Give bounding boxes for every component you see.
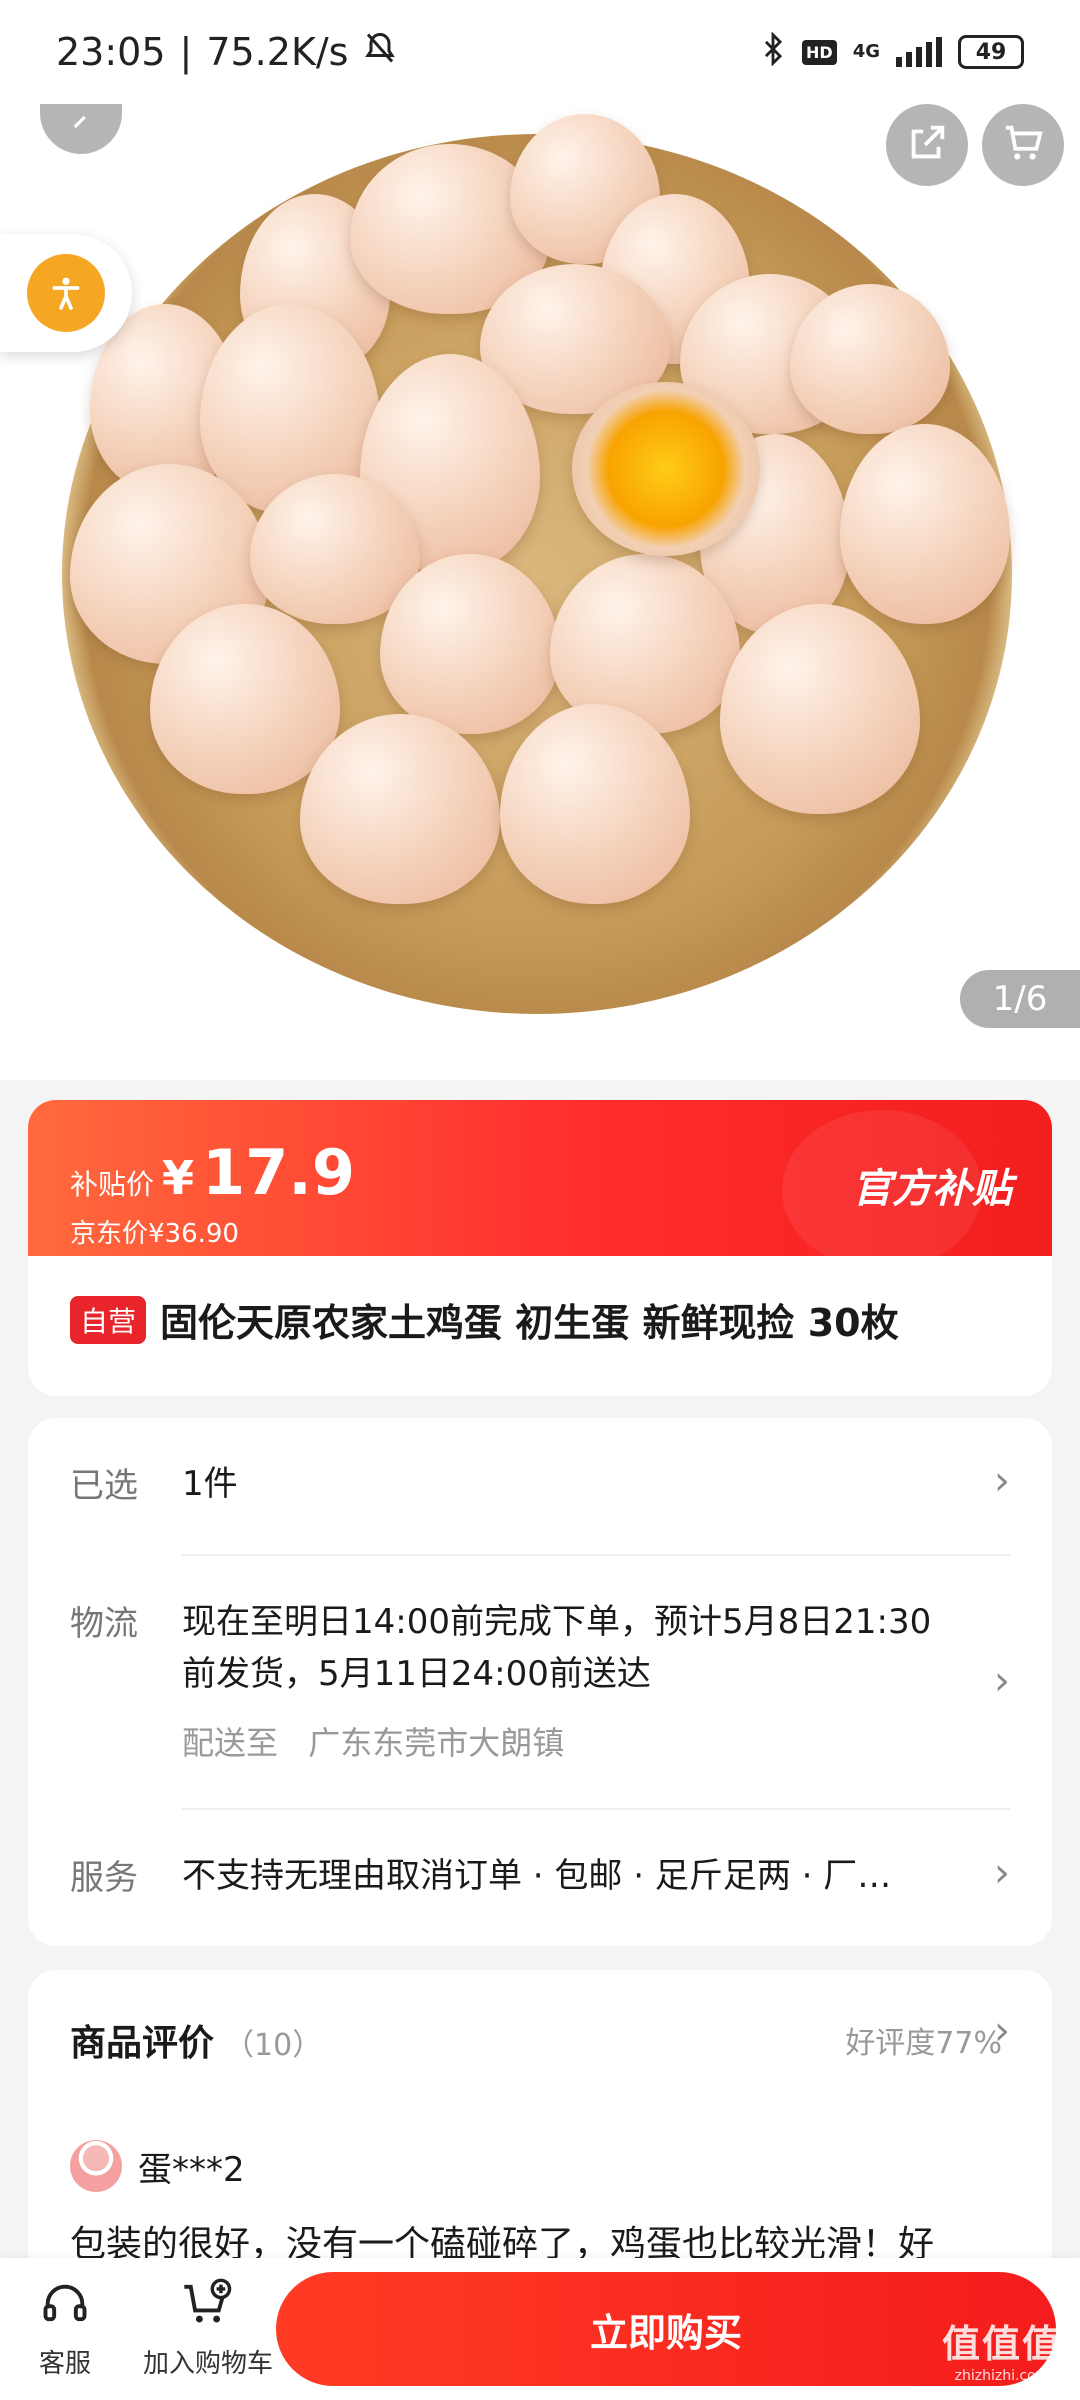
reviews-count: （10）	[224, 2028, 323, 2063]
chevron-right-icon: ›	[994, 1850, 1010, 1896]
subsidy-price: 17.9	[202, 1136, 356, 1209]
logistics-row[interactable]: 物流 现在至明日14:00前完成下单，预计5月8日21:30 前发货，5月11日…	[70, 1596, 1010, 1764]
service-value: 不支持无理由取消订单 · 包邮 · 足斤足两 · 厂…	[182, 1856, 892, 1896]
buy-now-button[interactable]: 立即购买	[276, 2272, 1056, 2386]
divider	[182, 1808, 1010, 1810]
self-operated-tag: 自营	[70, 1295, 147, 1344]
hd-badge: HD	[802, 39, 837, 65]
avatar	[70, 2140, 122, 2192]
divider	[182, 1554, 1010, 1556]
add-to-cart-label: 加入购物车	[142, 2349, 273, 2379]
price-banner: 补贴价 ¥ 17.9 京东价¥36.90 官方补贴	[28, 1100, 1052, 1270]
status-speed: 75.2K/s	[206, 30, 349, 74]
share-button[interactable]	[886, 104, 968, 186]
currency-symbol: ¥	[162, 1151, 195, 1205]
status-separator: |	[179, 30, 193, 74]
customer-service-label: 客服	[38, 2349, 91, 2379]
cart-icon	[1000, 120, 1046, 170]
image-page-indicator: 1/6	[960, 970, 1080, 1028]
reviewer-name: 蛋***2	[138, 2149, 245, 2190]
bluetooth-icon	[760, 30, 786, 73]
watermark-main: 值值值	[941, 2322, 1062, 2366]
price-card: 补贴价 ¥ 17.9 京东价¥36.90 官方补贴 自营 固伦天原农家土鸡蛋 初…	[28, 1100, 1052, 1396]
status-time: 23:05	[56, 30, 166, 74]
positive-rating[interactable]: 好评度77%	[845, 2018, 1002, 2062]
logistics-details: 现在至明日14:00前完成下单，预计5月8日21:30 前发货，5月11日24:…	[182, 1596, 931, 1764]
product-image-gallery[interactable]: 1/6	[0, 104, 1080, 1080]
accessibility-icon	[27, 254, 105, 332]
egg-shape	[790, 284, 950, 434]
reviewer: 蛋***2	[70, 2140, 245, 2192]
ship-to-address: 广东东莞市大朗镇	[308, 1724, 565, 1762]
status-right: HD 4G 49	[760, 30, 1024, 73]
logistics-line-2: 前发货，5月11日24:00前送达	[182, 1654, 651, 1694]
watermark-logo: 值值值 zhizhizhi.com	[942, 2313, 1062, 2384]
logistics-key: 物流	[70, 1604, 138, 1644]
back-button[interactable]	[40, 104, 122, 154]
subsidy-label: 补贴价	[70, 1168, 155, 1201]
watermark-sub: zhizhizhi.com	[954, 2368, 1050, 2384]
headset-icon	[39, 2278, 91, 2337]
logistics-line-1: 现在至明日14:00前完成下单，预计5月8日21:30	[182, 1602, 932, 1642]
chevron-right-icon: ›	[994, 1658, 1010, 1704]
official-subsidy-badge: 官方补贴	[852, 1166, 1012, 1212]
cart-button[interactable]	[982, 104, 1064, 186]
ship-to: 配送至 广东东莞市大朗镇	[182, 1718, 931, 1764]
selected-key: 已选	[70, 1466, 138, 1506]
service-key: 服务	[70, 1858, 138, 1898]
add-cart-icon	[180, 2278, 236, 2337]
signal-icon	[896, 37, 942, 67]
selected-value: 1件	[182, 1464, 238, 1504]
product-info-card: 已选 1件 › 物流 现在至明日14:00前完成下单，预计5月8日21:30 前…	[28, 1418, 1052, 1946]
chevron-right-icon: ›	[994, 2008, 1010, 2054]
reviews-title: 商品评价	[70, 2023, 215, 2064]
product-title: 固伦天原农家土鸡蛋 初生蛋 新鲜现捡 30枚	[160, 1301, 899, 1345]
selected-row[interactable]: 已选 1件 ›	[70, 1458, 1010, 1510]
status-left: 23:05 | 75.2K/s	[56, 30, 398, 75]
ship-to-label: 配送至	[182, 1724, 279, 1762]
service-row[interactable]: 服务 不支持无理由取消订单 · 包邮 · 足斤足两 · 厂… ›	[70, 1850, 1010, 1902]
bottom-action-bar: 客服 加入购物车 立即购买 值值值 zhizhizhi.com	[0, 2258, 1080, 2400]
share-icon	[904, 120, 950, 170]
add-to-cart-button[interactable]: 加入购物车	[128, 2278, 288, 2380]
battery-icon: 49	[958, 35, 1024, 69]
status-bar: 23:05 | 75.2K/s HD 4G 49	[0, 0, 1080, 104]
chevron-right-icon: ›	[994, 1458, 1010, 1504]
accessibility-button[interactable]	[0, 234, 132, 352]
customer-service-button[interactable]: 客服	[2, 2278, 128, 2380]
egg-yolk-image	[572, 382, 760, 556]
network-type: 4G	[852, 41, 880, 62]
back-icon	[66, 112, 96, 146]
product-title-row: 自营 固伦天原农家土鸡蛋 初生蛋 新鲜现捡 30枚	[28, 1256, 1052, 1383]
mute-bell-icon	[362, 30, 398, 75]
